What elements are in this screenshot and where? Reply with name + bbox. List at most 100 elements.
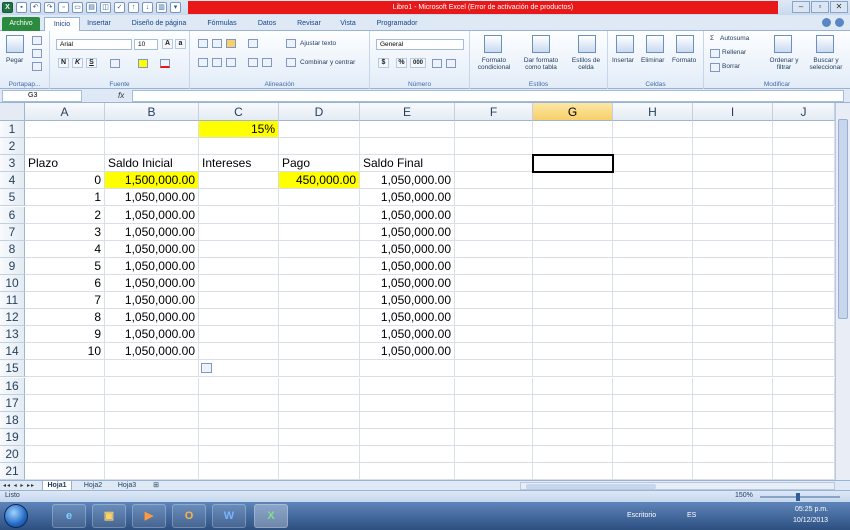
horizontal-scroll-thumb[interactable] xyxy=(526,484,656,489)
cell-b1[interactable] xyxy=(105,121,199,139)
cell-i11[interactable] xyxy=(693,292,773,310)
row-header-9[interactable]: 9 xyxy=(0,257,25,275)
increase-indent-icon[interactable] xyxy=(262,58,272,67)
cell-a17[interactable] xyxy=(25,394,105,412)
cell-c16[interactable] xyxy=(199,377,279,395)
grow-font-button[interactable]: A xyxy=(162,39,173,49)
cell-b15[interactable] xyxy=(105,360,199,378)
cell-d15[interactable] xyxy=(279,360,360,378)
column-header-h[interactable]: H xyxy=(613,103,693,121)
cell-g16[interactable] xyxy=(533,377,613,395)
cell-e5[interactable]: 1,050,000.00 xyxy=(360,189,455,207)
cell-i6[interactable] xyxy=(693,206,773,224)
cell-c11[interactable] xyxy=(199,292,279,310)
cell-e2[interactable] xyxy=(360,138,455,156)
cell-e8[interactable]: 1,050,000.00 xyxy=(360,240,455,258)
preview-icon[interactable]: ◫ xyxy=(100,2,111,13)
clear-button[interactable]: Borrar xyxy=(722,63,740,70)
maximize-button[interactable]: ▫ xyxy=(811,1,829,13)
row-header-6[interactable]: 6 xyxy=(0,206,25,224)
cell-f2[interactable] xyxy=(455,138,533,156)
cell-g7[interactable] xyxy=(533,223,613,241)
cell-i15[interactable] xyxy=(693,360,773,378)
function-icon[interactable]: fx xyxy=(118,91,124,100)
cell-j12[interactable] xyxy=(773,309,835,327)
format-as-table-button[interactable]: Dar formato como tabla xyxy=(518,57,564,71)
cell-j1[interactable] xyxy=(773,121,835,139)
tab-archivo[interactable]: Archivo xyxy=(2,17,40,31)
cell-a18[interactable] xyxy=(25,411,105,429)
cell-i20[interactable] xyxy=(693,445,773,463)
cell-f6[interactable] xyxy=(455,206,533,224)
cell-a3[interactable]: Plazo xyxy=(25,155,105,173)
cell-a4[interactable]: 0 xyxy=(25,172,105,190)
align-right-icon[interactable] xyxy=(226,58,236,67)
cell-h7[interactable] xyxy=(613,223,693,241)
autofill-options-icon[interactable] xyxy=(201,363,212,374)
number-format-select[interactable]: General xyxy=(376,39,464,50)
cell-g17[interactable] xyxy=(533,394,613,412)
cell-b6[interactable]: 1,050,000.00 xyxy=(105,206,199,224)
redo-icon[interactable]: ↷ xyxy=(44,2,55,13)
cell-a7[interactable]: 3 xyxy=(25,223,105,241)
cell-a21[interactable] xyxy=(25,463,105,480)
zoom-slider[interactable] xyxy=(760,493,840,501)
cell-f18[interactable] xyxy=(455,411,533,429)
cell-j9[interactable] xyxy=(773,257,835,275)
cell-g3[interactable] xyxy=(533,155,613,173)
cell-d14[interactable] xyxy=(279,343,360,361)
cell-g10[interactable] xyxy=(533,274,613,292)
cell-f4[interactable] xyxy=(455,172,533,190)
cell-a12[interactable]: 8 xyxy=(25,309,105,327)
cell-i18[interactable] xyxy=(693,411,773,429)
cell-h2[interactable] xyxy=(613,138,693,156)
cell-h6[interactable] xyxy=(613,206,693,224)
cell-j8[interactable] xyxy=(773,240,835,258)
borders-icon[interactable] xyxy=(110,59,120,68)
cell-d18[interactable] xyxy=(279,411,360,429)
cell-b17[interactable] xyxy=(105,394,199,412)
cell-d9[interactable] xyxy=(279,257,360,275)
autosum-button[interactable]: Autosuma xyxy=(720,35,749,42)
cell-j2[interactable] xyxy=(773,138,835,156)
fill-color-icon[interactable] xyxy=(138,59,148,68)
cell-d7[interactable] xyxy=(279,223,360,241)
cell-h3[interactable] xyxy=(613,155,693,173)
cell-d5[interactable] xyxy=(279,189,360,207)
cell-i12[interactable] xyxy=(693,309,773,327)
cell-h9[interactable] xyxy=(613,257,693,275)
cell-b21[interactable] xyxy=(105,463,199,480)
delete-cells-button[interactable]: Eliminar xyxy=(641,57,664,64)
cell-c10[interactable] xyxy=(199,274,279,292)
cell-a1[interactable] xyxy=(25,121,105,139)
cell-h17[interactable] xyxy=(613,394,693,412)
row-header-4[interactable]: 4 xyxy=(0,172,25,190)
cell-i19[interactable] xyxy=(693,428,773,446)
copy-icon[interactable] xyxy=(32,49,42,58)
cell-g21[interactable] xyxy=(533,463,613,480)
align-bottom-icon[interactable] xyxy=(226,39,236,48)
cell-i8[interactable] xyxy=(693,240,773,258)
cell-a20[interactable] xyxy=(25,445,105,463)
cell-f13[interactable] xyxy=(455,326,533,344)
cell-d6[interactable] xyxy=(279,206,360,224)
orientation-icon[interactable] xyxy=(248,39,258,48)
find-select-button[interactable]: Buscar y seleccionar xyxy=(804,57,848,71)
cell-f9[interactable] xyxy=(455,257,533,275)
row-header-18[interactable]: 18 xyxy=(0,411,25,429)
sort-asc-icon[interactable]: ↑ xyxy=(128,2,139,13)
cell-d12[interactable] xyxy=(279,309,360,327)
row-header-16[interactable]: 16 xyxy=(0,377,25,395)
ie-taskbar-button[interactable]: e xyxy=(52,504,86,528)
cell-h18[interactable] xyxy=(613,411,693,429)
cell-e12[interactable]: 1,050,000.00 xyxy=(360,309,455,327)
cell-h15[interactable] xyxy=(613,360,693,378)
cell-d19[interactable] xyxy=(279,428,360,446)
currency-button[interactable]: $ xyxy=(378,58,389,68)
decrease-indent-icon[interactable] xyxy=(248,58,258,67)
cell-d21[interactable] xyxy=(279,463,360,480)
cell-c19[interactable] xyxy=(199,428,279,446)
minimize-button[interactable]: – xyxy=(792,1,810,13)
cell-j6[interactable] xyxy=(773,206,835,224)
horizontal-scrollbar[interactable] xyxy=(520,482,835,490)
